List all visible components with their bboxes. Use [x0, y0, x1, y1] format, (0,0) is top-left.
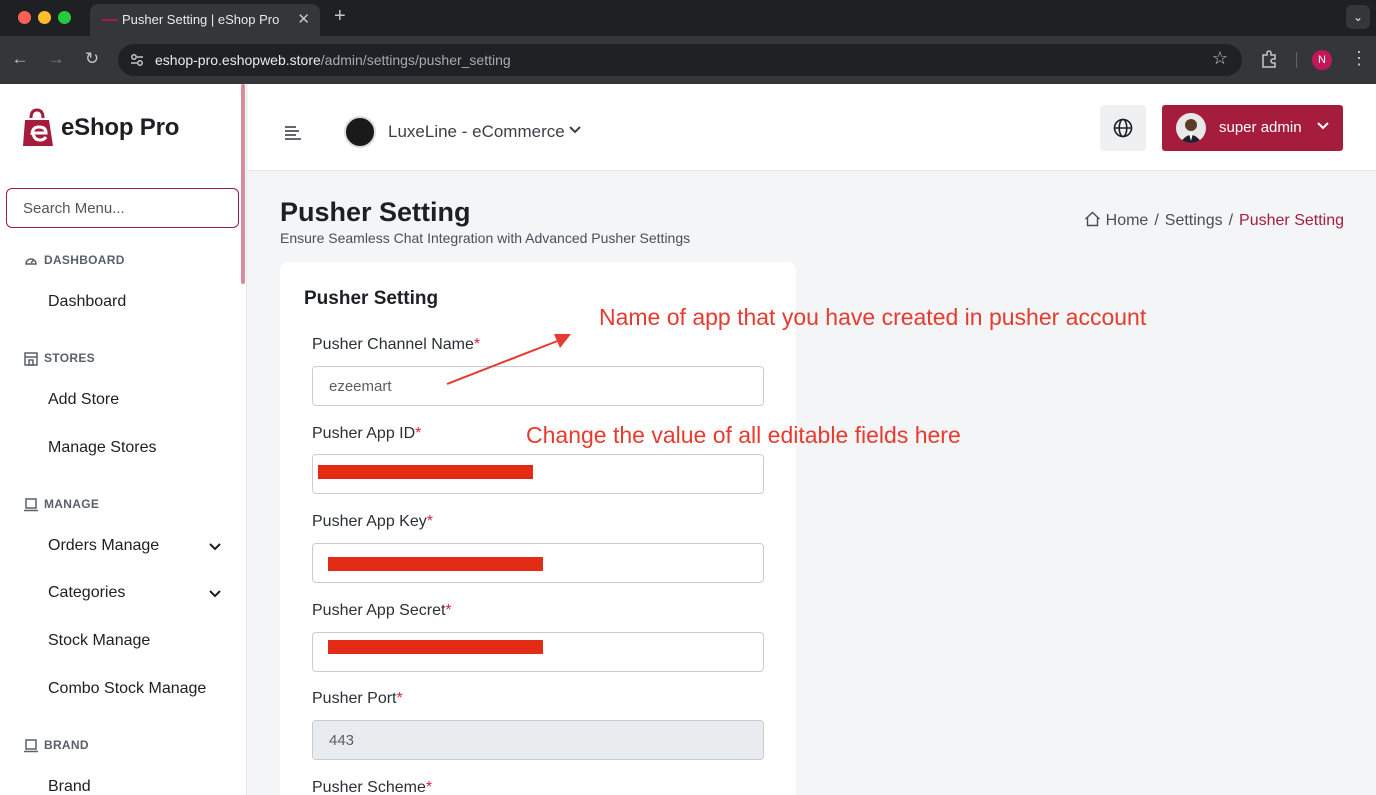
annotation-editable-fields: Change the value of all editable fields …: [526, 422, 961, 448]
browser-tab-active[interactable]: Pusher Setting | eShop Pro ✕: [90, 4, 320, 36]
sidebar-item-orders-manage[interactable]: Orders Manage: [48, 537, 159, 555]
maximize-window-button[interactable]: [58, 11, 71, 24]
user-name: super admin: [1219, 119, 1302, 136]
minimize-window-button[interactable]: [38, 11, 51, 24]
brand-logo-icon: [23, 108, 53, 146]
chevron-down-icon[interactable]: [208, 539, 222, 553]
sidebar-item-combo-stock-manage[interactable]: Combo Stock Manage: [48, 680, 206, 698]
store-icon: [24, 352, 38, 366]
page-subtitle: Ensure Seamless Chat Integration with Ad…: [280, 230, 691, 246]
monitor-icon: [24, 739, 38, 753]
page-title: Pusher Setting: [280, 197, 471, 227]
sidebar: eShop Pro DASHBOARD Dashboard STORES Add…: [0, 84, 247, 795]
card-title: Pusher Setting: [304, 288, 439, 309]
app-key-label: Pusher App Key*: [312, 513, 433, 530]
gauge-icon: [25, 258, 37, 265]
user-menu-button[interactable]: super admin: [1162, 105, 1343, 151]
sidebar-item-dashboard[interactable]: Dashboard: [48, 293, 126, 311]
breadcrumb-current: Pusher Setting: [1239, 212, 1344, 229]
browser-menu-icon[interactable]: ⋮: [1350, 48, 1368, 69]
globe-icon: [1113, 118, 1133, 138]
store-logo[interactable]: [344, 116, 376, 148]
redaction-mark: [328, 640, 543, 654]
reload-icon[interactable]: ↻: [81, 48, 103, 70]
browser-toolbar: ← → ↻ eshop-pro.eshopweb.store/admin/set…: [0, 36, 1376, 84]
monitor-icon: [24, 498, 38, 512]
extensions-icon[interactable]: [1259, 49, 1279, 69]
site-settings-icon[interactable]: [128, 51, 146, 69]
chevron-down-icon[interactable]: [568, 125, 582, 135]
breadcrumb-separator: /: [1228, 212, 1234, 229]
sidebar-item-stock-manage[interactable]: Stock Manage: [48, 632, 150, 650]
profile-avatar[interactable]: N: [1312, 50, 1332, 70]
chevron-down-icon[interactable]: [208, 586, 222, 600]
sidebar-item-categories[interactable]: Categories: [48, 584, 125, 602]
language-button[interactable]: [1100, 105, 1146, 151]
close-window-button[interactable]: [18, 11, 31, 24]
forward-arrow-icon[interactable]: →: [45, 48, 67, 70]
breadcrumb-separator: /: [1154, 212, 1159, 229]
scheme-label: Pusher Scheme*: [312, 779, 433, 795]
new-tab-icon[interactable]: +: [334, 5, 346, 28]
address-bar[interactable]: eshop-pro.eshopweb.store/admin/settings/…: [118, 44, 1242, 76]
favicon-icon: [102, 19, 118, 21]
url-text: eshop-pro.eshopweb.store/admin/settings/…: [155, 52, 511, 68]
port-input: [312, 720, 764, 760]
sidebar-item-brand[interactable]: Brand: [48, 778, 91, 795]
annotation-arrow: [446, 334, 571, 385]
tab-search-icon[interactable]: ⌄: [1346, 5, 1370, 29]
redaction-mark: [328, 557, 543, 571]
brand-name: eShop Pro: [61, 114, 180, 141]
breadcrumb-settings[interactable]: Settings: [1165, 212, 1223, 229]
sidebar-item-manage-stores[interactable]: Manage Stores: [48, 439, 157, 457]
sidebar-item-add-store[interactable]: Add Store: [48, 391, 119, 409]
annotation-channel-name: Name of app that you have created in pus…: [599, 304, 1147, 330]
chevron-down-icon: [1317, 122, 1329, 130]
redaction-mark: [318, 465, 533, 479]
top-header: LuxeLine - eCommerce super admin: [248, 84, 1376, 171]
home-icon[interactable]: [1084, 211, 1101, 227]
breadcrumb-home[interactable]: Home: [1106, 212, 1149, 229]
port-label: Pusher Port*: [312, 690, 403, 707]
breadcrumb: Home / Settings / Pusher Setting: [1084, 211, 1344, 230]
toolbar-divider: [1296, 52, 1297, 68]
bookmark-star-icon[interactable]: ☆: [1212, 48, 1228, 69]
tab-title: Pusher Setting | eShop Pro: [122, 12, 280, 27]
app-secret-label: Pusher App Secret*: [312, 602, 452, 619]
back-arrow-icon[interactable]: ←: [9, 48, 31, 70]
tab-close-icon[interactable]: ✕: [297, 10, 310, 28]
avatar: [1176, 113, 1206, 143]
menu-toggle-icon[interactable]: [285, 126, 301, 140]
sidebar-scrollbar[interactable]: [241, 84, 245, 284]
app-id-label: Pusher App ID*: [312, 425, 422, 442]
search-menu-input[interactable]: [6, 188, 239, 228]
store-selector-label[interactable]: LuxeLine - eCommerce: [388, 122, 565, 142]
browser-tab-bar: Pusher Setting | eShop Pro ✕ + ⌄: [0, 0, 1376, 36]
